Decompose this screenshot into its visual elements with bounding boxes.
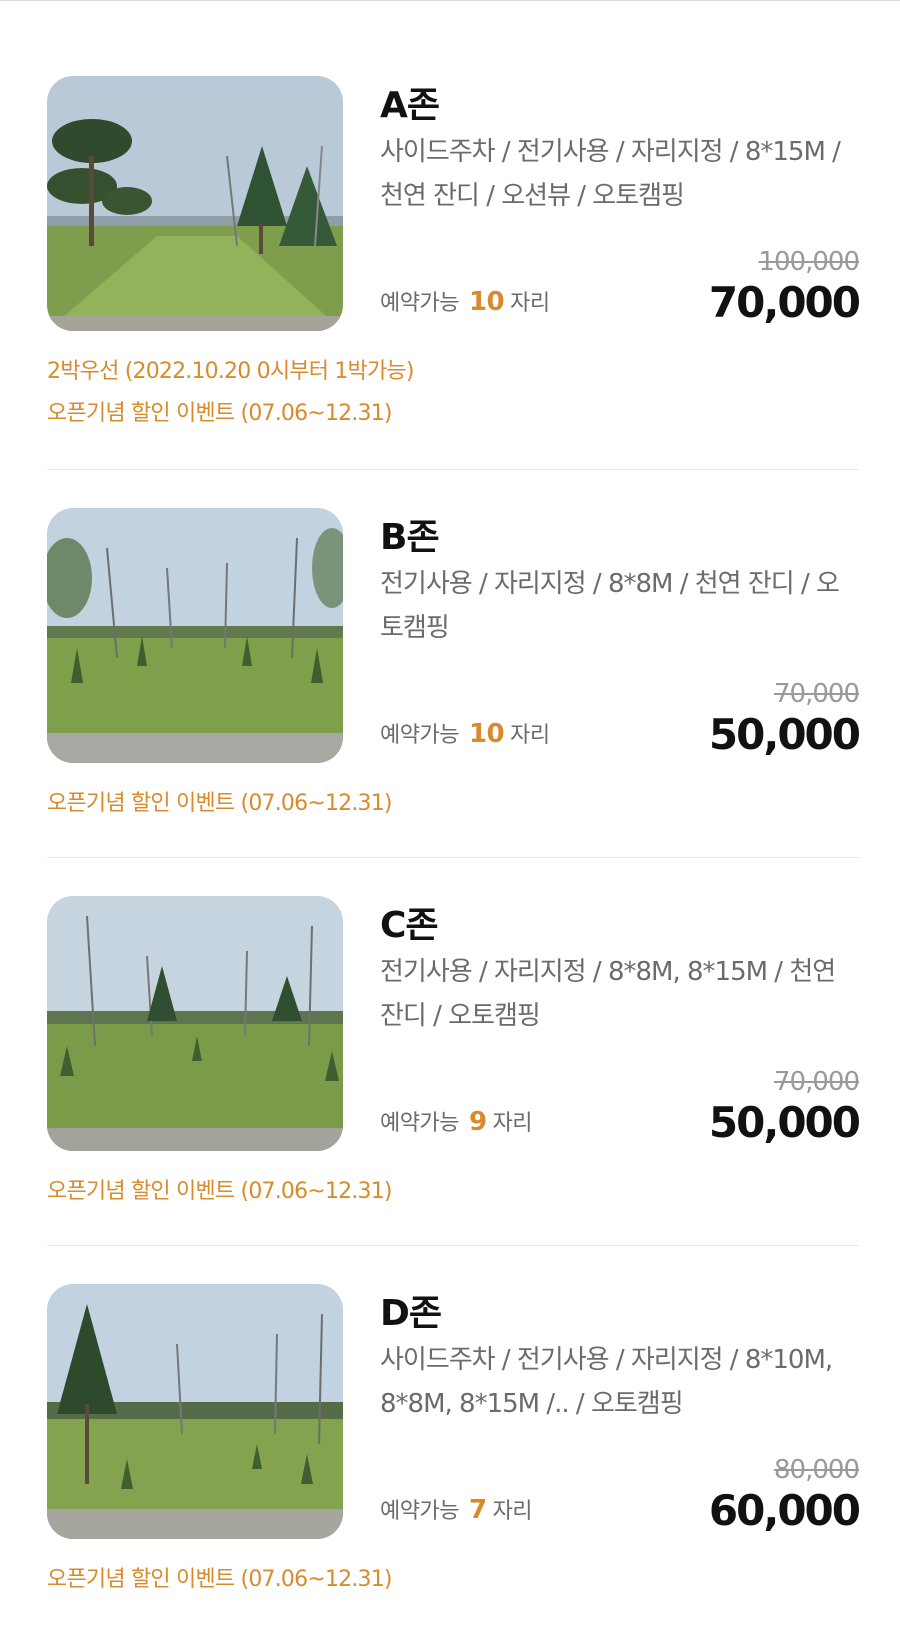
availability: 예약가능 10 자리 — [380, 285, 550, 317]
availability: 예약가능 9 자리 — [380, 1105, 533, 1137]
availability-label: 예약가능 — [380, 723, 459, 748]
zone-photo[interactable] — [47, 896, 343, 1151]
zone-info: D존 사이드주차 / 전기사용 / 자리지정 / 8*10M, 8*8M, 8*… — [380, 1284, 861, 1539]
original-price: 100,000 — [758, 247, 860, 277]
zone-notes: 오픈기념 할인 이벤트 (07.06~12.31) — [47, 763, 859, 825]
sale-price: 50,000 — [708, 710, 861, 759]
sale-price: 70,000 — [708, 278, 861, 327]
zone-name: A존 — [380, 85, 440, 126]
sale-price: 60,000 — [708, 1486, 861, 1535]
zone-card-d[interactable]: D존 사이드주차 / 전기사용 / 자리지정 / 8*10M, 8*8M, 8*… — [47, 1246, 861, 1611]
note-text: 오픈기념 할인 이벤트 (07.06~12.31) — [47, 401, 393, 426]
price-box: 70,000 50,000 — [708, 1065, 861, 1147]
availability-label: 예약가능 — [380, 1111, 459, 1136]
zone-name: C존 — [380, 905, 439, 946]
original-price: 70,000 — [774, 1067, 860, 1097]
zone-features: 전기사용 / 자리지정 / 8*8M, 8*15M / 천연 잔디 / 오토캠핑 — [380, 957, 836, 1031]
note-text: 오픈기념 할인 이벤트 (07.06~12.31) — [47, 1179, 393, 1204]
zone-notes: 2박우선 (2022.10.20 0시부터 1박가능) 오픈기념 할인 이벤트 … — [47, 331, 859, 435]
zone-card-b[interactable]: B존 전기사용 / 자리지정 / 8*8M / 천연 잔디 / 오토캠핑 예약가… — [47, 470, 861, 858]
zone-photo[interactable] — [47, 76, 343, 331]
availability-count: 7 — [468, 1495, 487, 1525]
zone-features: 사이드주차 / 전기사용 / 자리지정 / 8*10M, 8*8M, 8*15M… — [380, 1345, 833, 1419]
availability-label: 예약가능 — [380, 291, 459, 316]
zone-notes: 오픈기념 할인 이벤트 (07.06~12.31) — [47, 1539, 859, 1601]
zone-photo[interactable] — [47, 1284, 343, 1539]
zone-notes: 오픈기념 할인 이벤트 (07.06~12.31) — [47, 1151, 859, 1213]
zone-list: A존 사이드주차 / 전기사용 / 자리지정 / 8*15M / 천연 잔디 /… — [47, 76, 861, 1611]
top-divider — [0, 0, 900, 1]
zone-card-c[interactable]: C존 전기사용 / 자리지정 / 8*8M, 8*15M / 천연 잔디 / 오… — [47, 858, 861, 1246]
availability-unit: 자리 — [510, 291, 550, 316]
availability-label: 예약가능 — [380, 1499, 459, 1524]
zone-info: A존 사이드주차 / 전기사용 / 자리지정 / 8*15M / 천연 잔디 /… — [380, 76, 861, 331]
price-box: 80,000 60,000 — [708, 1453, 861, 1535]
availability-unit: 자리 — [510, 723, 550, 748]
note-text: 오픈기념 할인 이벤트 (07.06~12.31) — [47, 791, 393, 816]
availability-unit: 자리 — [492, 1111, 533, 1136]
zone-info: B존 전기사용 / 자리지정 / 8*8M / 천연 잔디 / 오토캠핑 예약가… — [380, 508, 861, 763]
original-price: 80,000 — [774, 1455, 860, 1485]
availability-count: 10 — [468, 719, 505, 749]
zone-card-a[interactable]: A존 사이드주차 / 전기사용 / 자리지정 / 8*15M / 천연 잔디 /… — [47, 76, 861, 470]
sale-price: 50,000 — [708, 1098, 861, 1147]
note-text: 2박우선 (2022.10.20 0시부터 1박가능) — [47, 359, 414, 384]
price-box: 100,000 70,000 — [708, 245, 861, 327]
note-text: 오픈기념 할인 이벤트 (07.06~12.31) — [47, 1567, 393, 1592]
zone-info: C존 전기사용 / 자리지정 / 8*8M, 8*15M / 천연 잔디 / 오… — [380, 896, 861, 1151]
zone-features: 전기사용 / 자리지정 / 8*8M / 천연 잔디 / 오토캠핑 — [380, 569, 840, 643]
price-box: 70,000 50,000 — [708, 677, 861, 759]
availability: 예약가능 7 자리 — [380, 1493, 533, 1525]
original-price: 70,000 — [774, 679, 860, 709]
zone-features: 사이드주차 / 전기사용 / 자리지정 / 8*15M / 천연 잔디 / 오션… — [380, 137, 841, 211]
availability-unit: 자리 — [492, 1499, 533, 1524]
availability: 예약가능 10 자리 — [380, 717, 550, 749]
zone-photo[interactable] — [47, 508, 343, 763]
availability-count: 10 — [468, 287, 505, 317]
availability-count: 9 — [468, 1107, 487, 1137]
zone-name: B존 — [380, 517, 440, 558]
zone-name: D존 — [380, 1293, 442, 1334]
